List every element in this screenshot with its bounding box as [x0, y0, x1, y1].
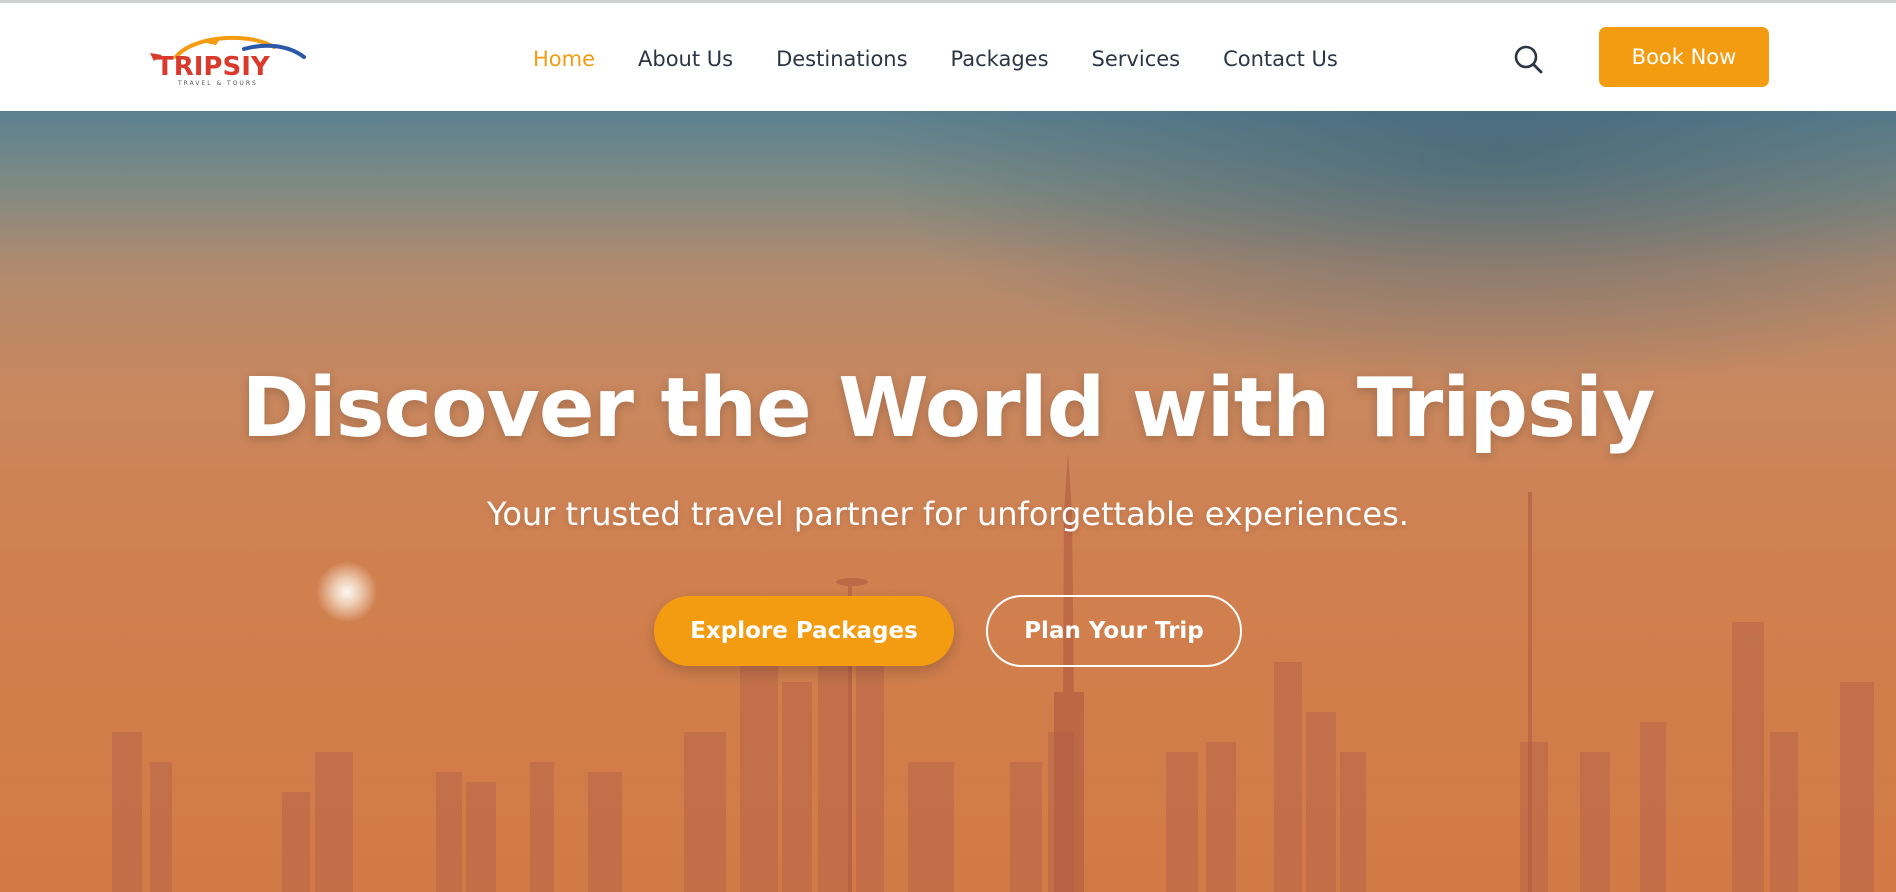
main-nav: Home About Us Destinations Packages Serv…	[533, 42, 1338, 76]
hero-section: Discover the World with Tripsiy Your tru…	[0, 111, 1896, 892]
svg-text:TRAVEL & TOURS: TRAVEL & TOURS	[177, 80, 258, 87]
hero-subtitle: Your trusted travel partner for unforget…	[487, 495, 1409, 533]
search-icon[interactable]	[1512, 43, 1544, 75]
book-now-button[interactable]: Book Now	[1599, 27, 1769, 87]
brand-logo[interactable]: TRIPSIY TRAVEL & TOURS	[146, 29, 306, 87]
nav-destinations[interactable]: Destinations	[776, 42, 907, 76]
plan-your-trip-button[interactable]: Plan Your Trip	[986, 595, 1242, 667]
logo-mark: TRIPSIY TRAVEL & TOURS	[150, 35, 306, 87]
nav-contact-us[interactable]: Contact Us	[1223, 42, 1338, 76]
explore-packages-button[interactable]: Explore Packages	[654, 596, 954, 666]
nav-services[interactable]: Services	[1092, 42, 1181, 76]
site-header: TRIPSIY TRAVEL & TOURS Home About Us Des…	[0, 3, 1896, 111]
hero-title: Discover the World with Tripsiy	[241, 361, 1656, 456]
nav-home[interactable]: Home	[533, 42, 595, 76]
nav-packages[interactable]: Packages	[951, 42, 1049, 76]
svg-text:TRIPSIY: TRIPSIY	[156, 52, 271, 82]
nav-about-us[interactable]: About Us	[638, 42, 733, 76]
